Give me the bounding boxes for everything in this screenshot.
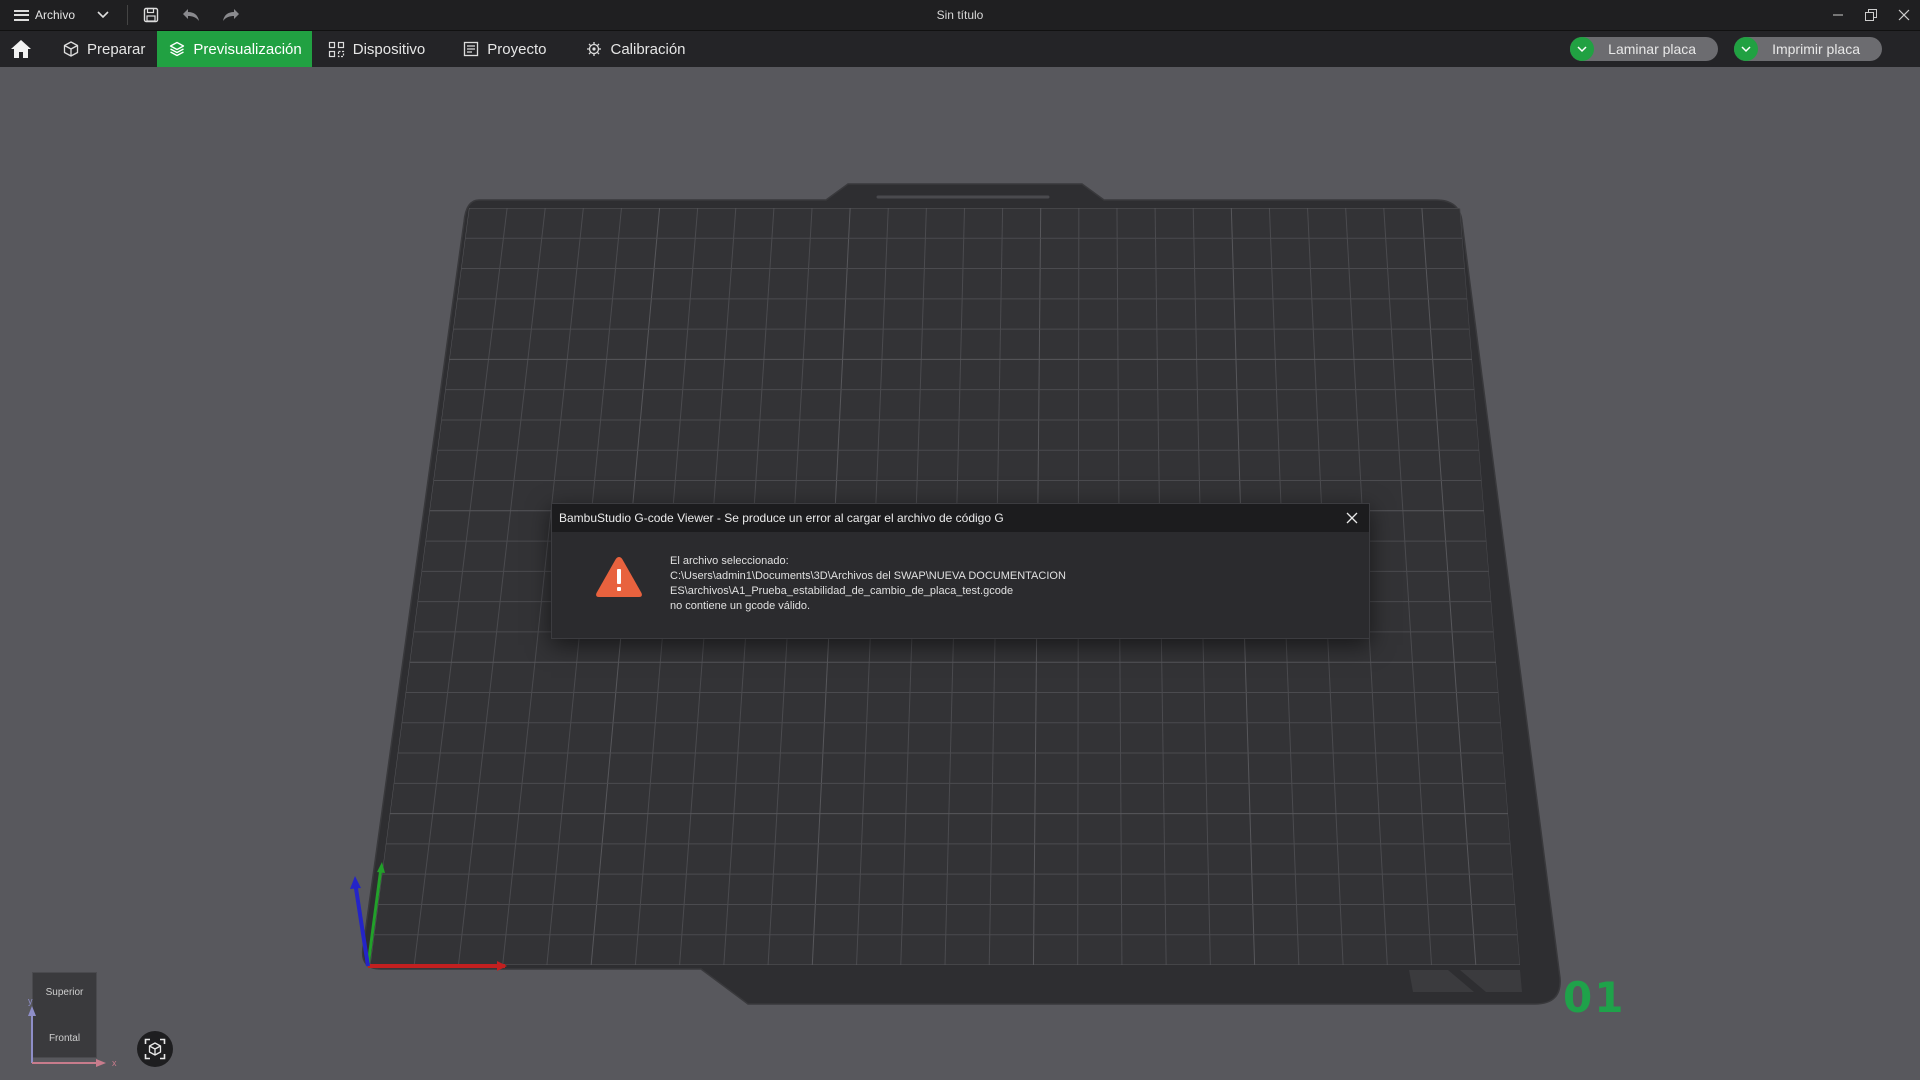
slice-options-dropdown[interactable] xyxy=(1570,37,1595,61)
dialog-body: El archivo seleccionado: C:\Users\admin1… xyxy=(552,532,1369,638)
tab-label: Previsualización xyxy=(193,40,302,58)
tab-previsualizacion[interactable]: Previsualización xyxy=(157,31,312,67)
file-menu-label: Archivo xyxy=(35,8,76,22)
close-window-button[interactable] xyxy=(1887,0,1920,30)
home-button[interactable] xyxy=(1,31,41,67)
project-icon xyxy=(464,41,479,57)
minimize-icon xyxy=(1832,14,1843,16)
calibration-icon xyxy=(587,42,602,56)
dialog-title: BambuStudio G-code Viewer - Se produce u… xyxy=(559,511,1004,525)
minimize-button[interactable] xyxy=(1821,0,1854,30)
tab-calibracion[interactable]: Calibración xyxy=(558,31,697,67)
device-icon xyxy=(328,41,344,57)
save-button[interactable] xyxy=(140,4,162,26)
error-dialog: BambuStudio G-code Viewer - Se produce u… xyxy=(551,503,1370,639)
layers-icon xyxy=(170,41,185,57)
close-icon xyxy=(1346,512,1358,524)
tab-label: Calibración xyxy=(610,40,686,58)
dialog-close-button[interactable] xyxy=(1343,509,1361,527)
tab-label: Dispositivo xyxy=(352,40,426,58)
plate-number: 01 xyxy=(1563,973,1626,1022)
tab-label: Proyecto xyxy=(487,40,547,58)
hamburger-icon xyxy=(14,9,29,21)
tab-dispositivo[interactable]: Dispositivo xyxy=(312,31,438,67)
chevron-down-icon xyxy=(1741,45,1751,52)
tab-proyecto[interactable]: Proyecto xyxy=(437,31,558,67)
print-plate-label: Imprimir placa xyxy=(1772,41,1860,57)
camera-focus-icon xyxy=(144,1038,166,1060)
axis-x-label: x xyxy=(112,1058,117,1068)
redo-icon xyxy=(223,9,240,21)
chevron-down-icon xyxy=(1577,45,1587,52)
dialog-header: BambuStudio G-code Viewer - Se produce u… xyxy=(552,504,1369,532)
window-title: Sin título xyxy=(936,8,984,22)
file-path-line: ES\archivos\A1_Prueba_estabilidad_de_cam… xyxy=(670,585,1014,597)
chevron-down-icon[interactable] xyxy=(97,11,109,19)
title-bar: Archivo Sin título xyxy=(0,0,1920,31)
undo-icon xyxy=(183,9,200,21)
file-path-line: C:\Users\admin1\Documents\3D\Archivos de… xyxy=(670,570,1066,582)
redo-button[interactable] xyxy=(220,4,242,26)
restore-icon xyxy=(1864,9,1877,21)
message-line: no contiene un gcode válido. xyxy=(670,600,811,612)
slice-plate-label: Laminar placa xyxy=(1608,41,1697,57)
restore-button[interactable] xyxy=(1854,0,1887,30)
axis-y-label: y xyxy=(28,996,33,1006)
file-menu-button[interactable]: Archivo xyxy=(0,0,109,30)
view-cube-axes: y x xyxy=(28,996,117,1068)
close-icon xyxy=(1898,9,1909,21)
print-options-dropdown[interactable] xyxy=(1734,37,1759,61)
tab-preparar[interactable]: Preparar xyxy=(41,31,157,67)
undo-button[interactable] xyxy=(180,4,202,26)
print-plate-button[interactable]: Imprimir placa xyxy=(1734,37,1882,61)
message-line: El archivo seleccionado: xyxy=(670,555,789,567)
titlebar-divider xyxy=(127,5,129,25)
tab-label: Preparar xyxy=(87,40,146,58)
slice-plate-button[interactable]: Laminar placa xyxy=(1570,37,1719,61)
warning-icon xyxy=(596,557,642,597)
fit-view-button[interactable] xyxy=(137,1031,173,1067)
save-icon xyxy=(143,7,159,23)
home-icon xyxy=(11,40,31,58)
dialog-message: El archivo seleccionado: C:\Users\admin1… xyxy=(670,554,1066,614)
main-tab-bar: Preparar Previsualización Dispositivo Pr… xyxy=(0,31,1920,67)
cube-icon xyxy=(63,41,79,57)
